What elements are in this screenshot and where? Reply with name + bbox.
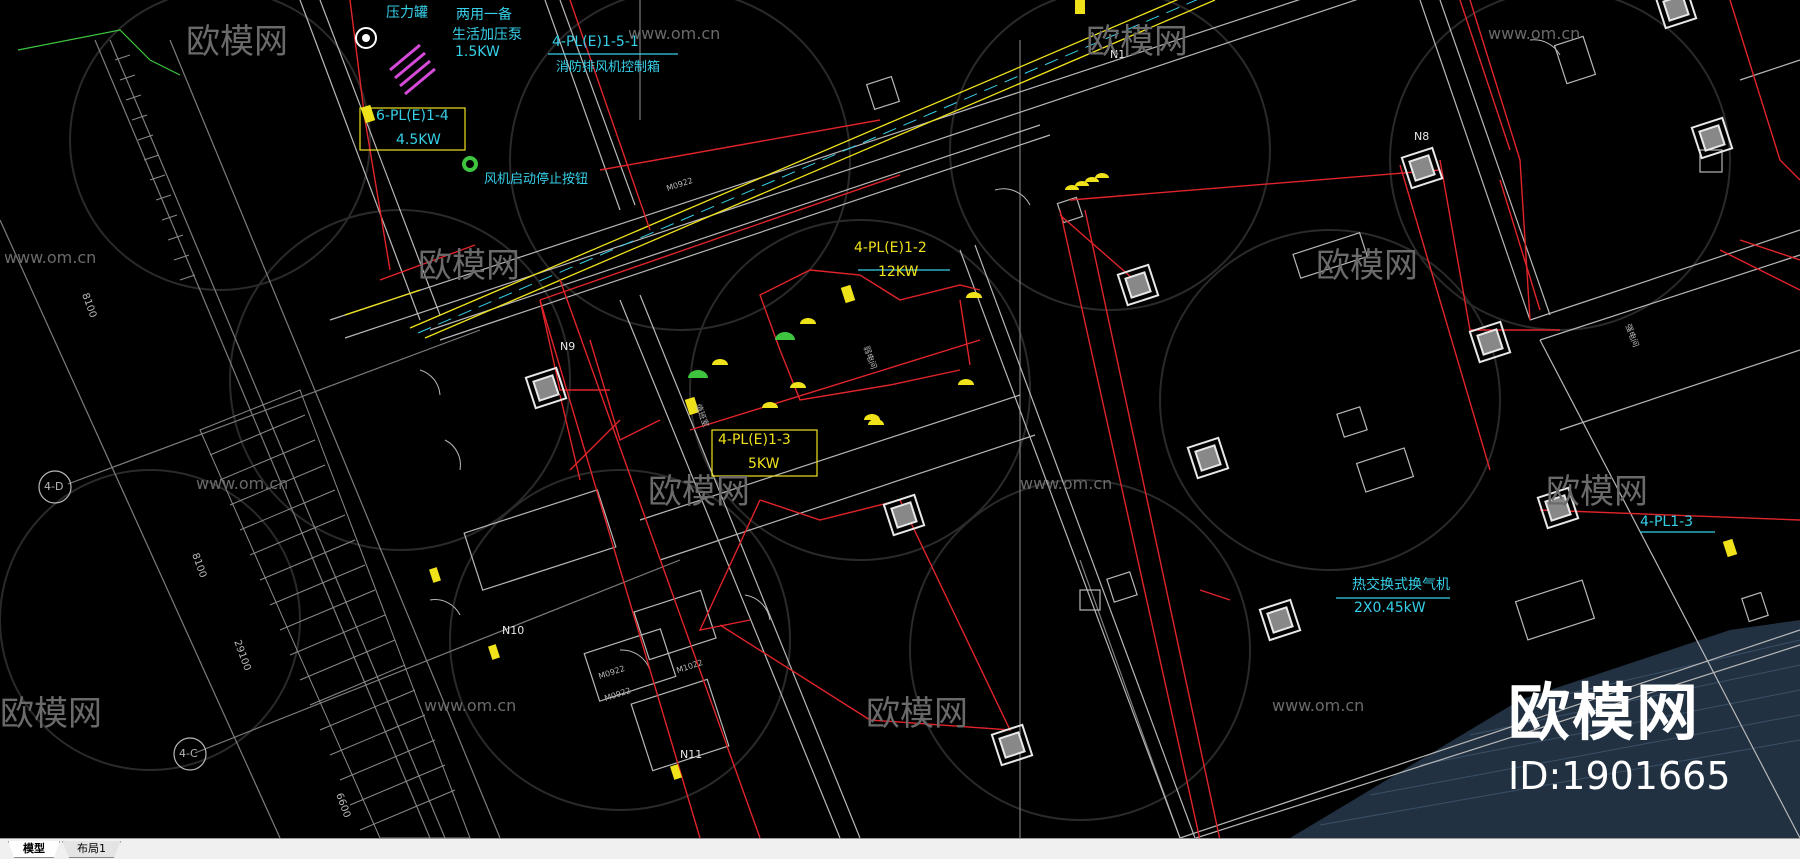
label-underlines xyxy=(548,53,1715,599)
watermark-badge: 欧模网 ID:1901665 xyxy=(1508,676,1731,799)
pump-symbols xyxy=(389,43,436,96)
exhaust-fan-units xyxy=(524,0,1734,767)
label-outlines xyxy=(359,107,818,477)
watermark-badge-brand: 欧模网 xyxy=(1508,676,1701,749)
ramp-hatch xyxy=(199,389,471,838)
watermark-badge-id: ID:1901665 xyxy=(1508,754,1731,798)
stair-steps xyxy=(114,54,196,281)
door-swings xyxy=(419,39,1561,671)
tab-model[interactable]: 模型 xyxy=(8,841,60,858)
cad-model-space[interactable]: 压力罐 两用一备 生活加压泵 1.5KW 4-PL(E)1-5-1 消防排风机控… xyxy=(0,0,1800,838)
duct-dashes xyxy=(417,0,1198,334)
tab-layout1[interactable]: 布局1 xyxy=(62,841,121,858)
layout-tab-bar: 模型 布局1 xyxy=(0,838,1800,859)
